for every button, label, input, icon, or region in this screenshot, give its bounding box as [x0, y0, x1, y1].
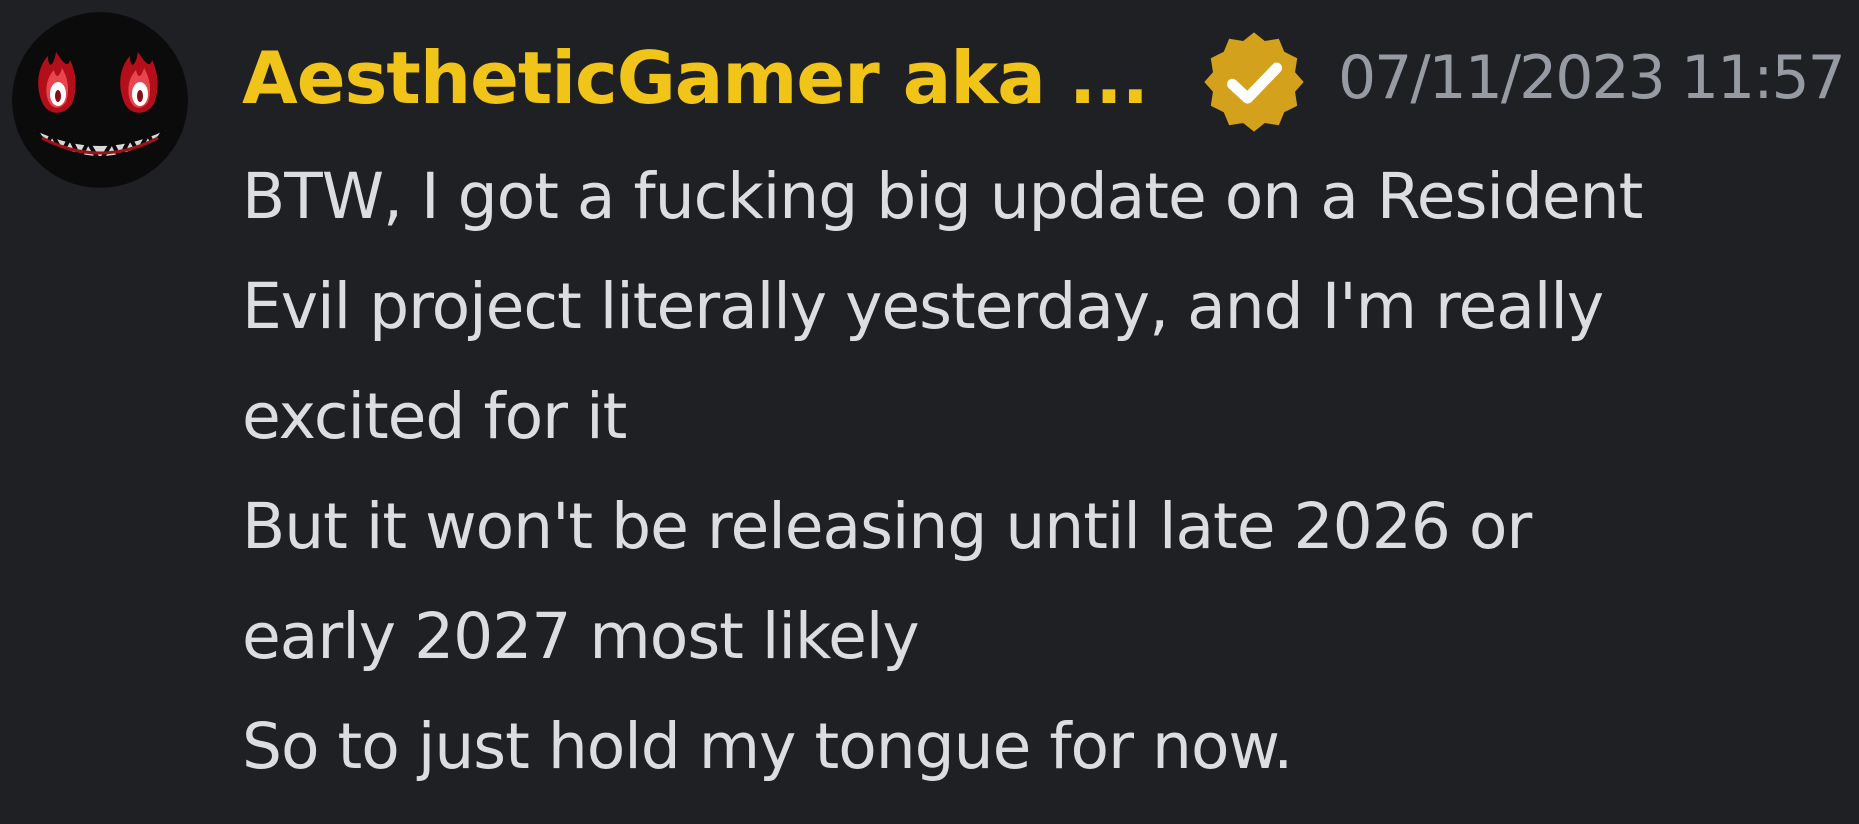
message-line: But it won't be releasing until late 202…	[242, 490, 1532, 563]
verified-badge[interactable]	[1200, 28, 1308, 136]
message-line: Evil project literally yesterday, and I'…	[242, 270, 1604, 343]
message-line: excited for it	[242, 380, 627, 453]
chat-message: AestheticGamer aka ... 07/11/2023 11:57 …	[0, 0, 1859, 824]
demon-face-icon	[12, 12, 188, 188]
avatar[interactable]	[12, 12, 188, 188]
message-line: BTW, I got a fucking big update on a Res…	[242, 160, 1643, 233]
message-line: So to just hold my tongue for now.	[242, 710, 1293, 783]
message-timestamp: 07/11/2023 11:57	[1337, 43, 1846, 113]
author-name[interactable]: AestheticGamer aka ...	[242, 36, 1149, 120]
message-content: BTW, I got a fucking big update on a Res…	[242, 142, 1842, 802]
message-header: AestheticGamer aka ... 07/11/2023 11:57	[242, 18, 1846, 138]
verified-check-icon	[1204, 32, 1304, 132]
message-line: early 2027 most likely	[242, 600, 920, 673]
